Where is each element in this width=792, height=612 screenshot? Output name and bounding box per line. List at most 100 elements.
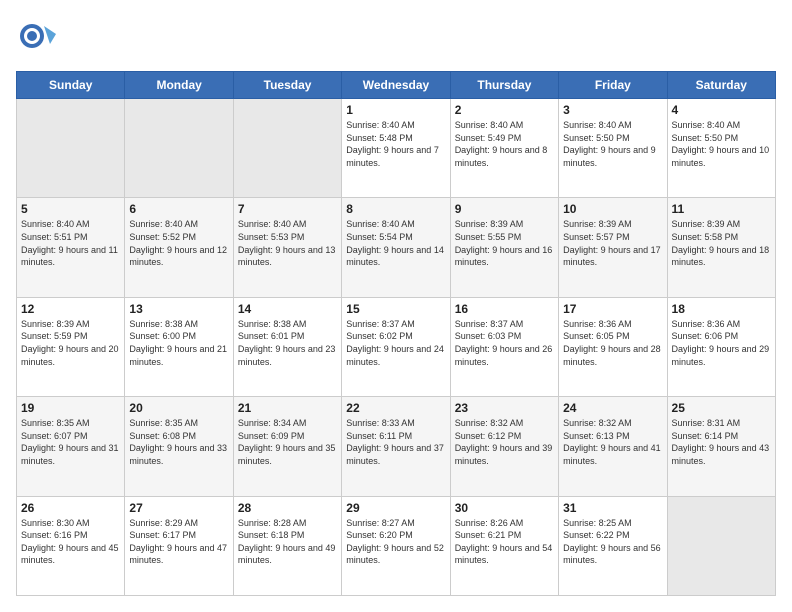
day-number: 3 xyxy=(563,103,662,117)
day-info: Sunrise: 8:37 AMSunset: 6:03 PMDaylight:… xyxy=(455,318,554,368)
day-number: 29 xyxy=(346,501,445,515)
calendar-cell xyxy=(125,99,233,198)
day-info: Sunrise: 8:29 AMSunset: 6:17 PMDaylight:… xyxy=(129,517,228,567)
day-info: Sunrise: 8:40 AMSunset: 5:48 PMDaylight:… xyxy=(346,119,445,169)
day-info: Sunrise: 8:40 AMSunset: 5:52 PMDaylight:… xyxy=(129,218,228,268)
day-info: Sunrise: 8:32 AMSunset: 6:13 PMDaylight:… xyxy=(563,417,662,467)
calendar-cell: 25 Sunrise: 8:31 AMSunset: 6:14 PMDayligh… xyxy=(667,397,775,496)
day-number: 26 xyxy=(21,501,120,515)
calendar-cell: 13Sunrise: 8:38 AMSunset: 6:00 PMDayligh… xyxy=(125,297,233,396)
calendar-cell: 26 Sunrise: 8:30 AMSunset: 6:16 PMDayligh… xyxy=(17,496,125,595)
day-info: Sunrise: 8:27 AMSunset: 6:20 PMDaylight:… xyxy=(346,517,445,567)
calendar-week-row: 12 Sunrise: 8:39 AMSunset: 5:59 PMDayligh… xyxy=(17,297,776,396)
calendar-cell: 22 Sunrise: 8:33 AMSunset: 6:11 PMDayligh… xyxy=(342,397,450,496)
day-info: Sunrise: 8:36 AMSunset: 6:06 PMDaylight:… xyxy=(672,318,771,368)
day-number: 23 xyxy=(455,401,554,415)
calendar-week-row: 5 Sunrise: 8:40 AMSunset: 5:51 PMDaylight… xyxy=(17,198,776,297)
day-number: 7 xyxy=(238,202,337,216)
day-info: Sunrise: 8:25 AMSunset: 6:22 PMDaylight:… xyxy=(563,517,662,567)
calendar-cell: 3 Sunrise: 8:40 AMSunset: 5:50 PMDaylight… xyxy=(559,99,667,198)
weekday-header: Tuesday xyxy=(233,72,341,99)
calendar-cell: 16 Sunrise: 8:37 AMSunset: 6:03 PMDayligh… xyxy=(450,297,558,396)
calendar-cell: 12 Sunrise: 8:39 AMSunset: 5:59 PMDayligh… xyxy=(17,297,125,396)
day-number: 15 xyxy=(346,302,445,316)
day-number: 5 xyxy=(21,202,120,216)
calendar-cell: 24 Sunrise: 8:32 AMSunset: 6:13 PMDayligh… xyxy=(559,397,667,496)
day-number: 28 xyxy=(238,501,337,515)
calendar-cell: 5 Sunrise: 8:40 AMSunset: 5:51 PMDaylight… xyxy=(17,198,125,297)
calendar-table: SundayMondayTuesdayWednesdayThursdayFrid… xyxy=(16,71,776,596)
calendar-cell xyxy=(667,496,775,595)
calendar-week-row: 19 Sunrise: 8:35 AMSunset: 6:07 PMDayligh… xyxy=(17,397,776,496)
day-number: 30 xyxy=(455,501,554,515)
logo xyxy=(16,16,60,61)
calendar-cell: 31Sunrise: 8:25 AMSunset: 6:22 PMDayligh… xyxy=(559,496,667,595)
day-number: 10 xyxy=(563,202,662,216)
day-info: Sunrise: 8:40 AMSunset: 5:54 PMDaylight:… xyxy=(346,218,445,268)
day-number: 18 xyxy=(672,302,771,316)
day-number: 21 xyxy=(238,401,337,415)
calendar-cell: 14 Sunrise: 8:38 AMSunset: 6:01 PMDayligh… xyxy=(233,297,341,396)
calendar-cell: 10 Sunrise: 8:39 AMSunset: 5:57 PMDayligh… xyxy=(559,198,667,297)
day-number: 4 xyxy=(672,103,771,117)
day-info: Sunrise: 8:40 AMSunset: 5:53 PMDaylight:… xyxy=(238,218,337,268)
calendar-cell: 19 Sunrise: 8:35 AMSunset: 6:07 PMDayligh… xyxy=(17,397,125,496)
day-number: 16 xyxy=(455,302,554,316)
day-number: 9 xyxy=(455,202,554,216)
calendar-cell: 15Sunrise: 8:37 AMSunset: 6:02 PMDayligh… xyxy=(342,297,450,396)
day-info: Sunrise: 8:39 AMSunset: 5:57 PMDaylight:… xyxy=(563,218,662,268)
weekday-header: Wednesday xyxy=(342,72,450,99)
calendar-cell xyxy=(17,99,125,198)
day-info: Sunrise: 8:30 AMSunset: 6:16 PMDaylight:… xyxy=(21,517,120,567)
day-number: 11 xyxy=(672,202,771,216)
calendar-cell: 2Sunrise: 8:40 AMSunset: 5:49 PMDaylight… xyxy=(450,99,558,198)
day-number: 14 xyxy=(238,302,337,316)
calendar-cell: 8 Sunrise: 8:40 AMSunset: 5:54 PMDaylight… xyxy=(342,198,450,297)
day-info: Sunrise: 8:40 AMSunset: 5:50 PMDaylight:… xyxy=(672,119,771,169)
day-info: Sunrise: 8:38 AMSunset: 6:00 PMDaylight:… xyxy=(129,318,228,368)
logo-icon xyxy=(16,16,56,56)
calendar-cell: 17 Sunrise: 8:36 AMSunset: 6:05 PMDayligh… xyxy=(559,297,667,396)
day-number: 24 xyxy=(563,401,662,415)
calendar-cell: 9 Sunrise: 8:39 AMSunset: 5:55 PMDaylight… xyxy=(450,198,558,297)
day-info: Sunrise: 8:33 AMSunset: 6:11 PMDaylight:… xyxy=(346,417,445,467)
calendar-cell: 1Sunrise: 8:40 AMSunset: 5:48 PMDaylight… xyxy=(342,99,450,198)
day-number: 27 xyxy=(129,501,228,515)
calendar-cell: 29 Sunrise: 8:27 AMSunset: 6:20 PMDayligh… xyxy=(342,496,450,595)
day-info: Sunrise: 8:26 AMSunset: 6:21 PMDaylight:… xyxy=(455,517,554,567)
page: SundayMondayTuesdayWednesdayThursdayFrid… xyxy=(0,0,792,612)
day-number: 6 xyxy=(129,202,228,216)
day-info: Sunrise: 8:39 AMSunset: 5:59 PMDaylight:… xyxy=(21,318,120,368)
calendar-cell xyxy=(233,99,341,198)
calendar-cell: 11 Sunrise: 8:39 AMSunset: 5:58 PMDayligh… xyxy=(667,198,775,297)
day-info: Sunrise: 8:39 AMSunset: 5:58 PMDaylight:… xyxy=(672,218,771,268)
calendar-cell: 30 Sunrise: 8:26 AMSunset: 6:21 PMDayligh… xyxy=(450,496,558,595)
day-info: Sunrise: 8:38 AMSunset: 6:01 PMDaylight:… xyxy=(238,318,337,368)
day-info: Sunrise: 8:40 AMSunset: 5:51 PMDaylight:… xyxy=(21,218,120,268)
day-info: Sunrise: 8:31 AMSunset: 6:14 PMDaylight:… xyxy=(672,417,771,467)
day-info: Sunrise: 8:32 AMSunset: 6:12 PMDaylight:… xyxy=(455,417,554,467)
header xyxy=(16,16,776,61)
day-info: Sunrise: 8:40 AMSunset: 5:49 PMDaylight:… xyxy=(455,119,554,169)
day-info: Sunrise: 8:34 AMSunset: 6:09 PMDaylight:… xyxy=(238,417,337,467)
day-number: 12 xyxy=(21,302,120,316)
day-info: Sunrise: 8:35 AMSunset: 6:08 PMDaylight:… xyxy=(129,417,228,467)
day-info: Sunrise: 8:35 AMSunset: 6:07 PMDaylight:… xyxy=(21,417,120,467)
day-number: 17 xyxy=(563,302,662,316)
calendar-week-row: 1Sunrise: 8:40 AMSunset: 5:48 PMDaylight… xyxy=(17,99,776,198)
calendar-cell: 18 Sunrise: 8:36 AMSunset: 6:06 PMDayligh… xyxy=(667,297,775,396)
day-number: 19 xyxy=(21,401,120,415)
day-info: Sunrise: 8:28 AMSunset: 6:18 PMDaylight:… xyxy=(238,517,337,567)
weekday-header: Monday xyxy=(125,72,233,99)
day-number: 20 xyxy=(129,401,228,415)
calendar-cell: 23 Sunrise: 8:32 AMSunset: 6:12 PMDayligh… xyxy=(450,397,558,496)
weekday-header: Sunday xyxy=(17,72,125,99)
day-number: 8 xyxy=(346,202,445,216)
day-info: Sunrise: 8:36 AMSunset: 6:05 PMDaylight:… xyxy=(563,318,662,368)
calendar-header-row: SundayMondayTuesdayWednesdayThursdayFrid… xyxy=(17,72,776,99)
day-number: 25 xyxy=(672,401,771,415)
day-info: Sunrise: 8:40 AMSunset: 5:50 PMDaylight:… xyxy=(563,119,662,169)
day-number: 22 xyxy=(346,401,445,415)
calendar-cell: 7 Sunrise: 8:40 AMSunset: 5:53 PMDaylight… xyxy=(233,198,341,297)
day-info: Sunrise: 8:39 AMSunset: 5:55 PMDaylight:… xyxy=(455,218,554,268)
